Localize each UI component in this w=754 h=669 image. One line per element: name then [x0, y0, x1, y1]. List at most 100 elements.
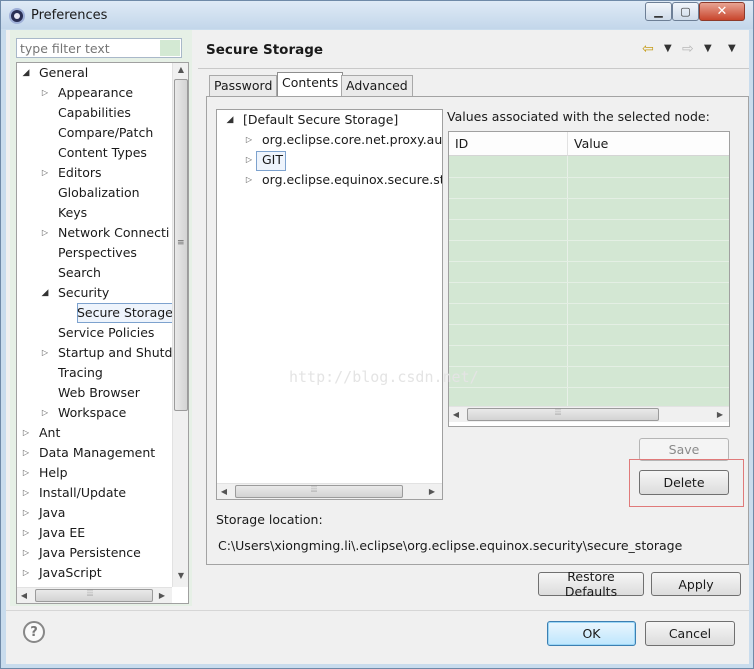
expanded-twisty-icon[interactable]: ◢: [40, 283, 50, 303]
expanded-twisty-icon[interactable]: ◢: [225, 110, 235, 130]
collapsed-twisty-icon[interactable]: ▷: [21, 423, 31, 443]
left-panel: ◢ General ▷ Appearance Capabilities Compare/P…: [10, 30, 192, 606]
save-button[interactable]: Save: [639, 438, 729, 461]
scroll-down-icon[interactable]: ▼: [174, 571, 188, 580]
preferences-window: Preferences ▁ ▢ ✕ ◢ General ▷ Appearance Cap…: [0, 0, 754, 669]
column-header-id[interactable]: ID: [449, 132, 568, 156]
collapsed-twisty-icon[interactable]: ▷: [21, 463, 31, 483]
tree-item-label: Globalization: [58, 185, 140, 200]
scroll-thumb-horizontal[interactable]: [467, 408, 659, 421]
delete-button[interactable]: Delete: [639, 470, 729, 495]
tree-item-label: Secure Storage: [77, 305, 173, 320]
tab-password[interactable]: Password: [209, 75, 278, 97]
window-title: Preferences: [31, 8, 108, 23]
ok-button[interactable]: OK: [547, 621, 636, 646]
column-header-value[interactable]: Value: [568, 132, 729, 156]
table-row: [449, 345, 729, 346]
tree-item-label: Install/Update: [39, 485, 127, 500]
back-menu-icon[interactable]: ▼: [664, 43, 672, 54]
filter-input[interactable]: [16, 38, 182, 58]
watermark: http://blog.csdn.net/: [289, 368, 479, 386]
tree-item-label: Data Management: [39, 445, 156, 460]
tree-item-label: Perspectives: [58, 245, 137, 260]
storage-location-path: C:\Users\xiongming.li\.eclipse\org.eclip…: [218, 538, 683, 553]
collapsed-twisty-icon[interactable]: ▷: [21, 543, 31, 563]
column-divider: [567, 156, 568, 406]
tree-item-label: Content Types: [58, 145, 147, 160]
tree-item-label: Tracing: [58, 365, 103, 380]
node-horizontal-scrollbar[interactable]: ◀ ⦙⦙⦙ ▶: [217, 483, 442, 499]
collapsed-twisty-icon[interactable]: ▷: [244, 170, 254, 190]
tree-item-label: Workspace: [58, 405, 127, 420]
table-row: [449, 282, 729, 283]
collapsed-twisty-icon[interactable]: ▷: [40, 343, 50, 363]
collapsed-twisty-icon[interactable]: ▷: [244, 130, 254, 150]
close-button[interactable]: ✕: [699, 2, 745, 21]
tree-item-label: Keys: [58, 205, 88, 220]
collapsed-twisty-icon[interactable]: ▷: [21, 503, 31, 523]
scroll-left-icon[interactable]: ◀: [17, 591, 31, 600]
apply-button[interactable]: Apply: [651, 572, 741, 596]
scroll-thumb-horizontal[interactable]: [235, 485, 403, 498]
clear-filter-icon[interactable]: [160, 40, 180, 56]
collapsed-twisty-icon[interactable]: ▷: [21, 483, 31, 503]
tree-item-label: Startup and Shutd: [58, 345, 173, 360]
collapsed-twisty-icon[interactable]: ▷: [40, 83, 50, 103]
cancel-button[interactable]: Cancel: [645, 621, 735, 646]
table-row: [449, 366, 729, 367]
tree-item-label: Appearance: [58, 85, 134, 100]
tree-item-label: Ant: [39, 425, 61, 440]
scroll-left-icon[interactable]: ◀: [217, 487, 231, 496]
tree-item-label: General: [39, 65, 89, 80]
storage-location-label: Storage location:: [216, 512, 323, 527]
restore-defaults-button[interactable]: Restore Defaults: [538, 569, 644, 599]
table-row: [449, 240, 729, 241]
tree-item-label: Help: [39, 465, 68, 480]
minimize-button[interactable]: ▁: [645, 2, 672, 21]
table-row: [449, 387, 729, 388]
collapsed-twisty-icon[interactable]: ▷: [21, 563, 31, 583]
scroll-up-icon[interactable]: ▲: [174, 65, 188, 74]
scroll-right-icon[interactable]: ▶: [713, 410, 727, 419]
tree-vertical-scrollbar[interactable]: ▲ ≡ ▼: [172, 63, 188, 587]
collapsed-twisty-icon[interactable]: ▷: [40, 403, 50, 423]
tab-advanced[interactable]: Advanced: [341, 75, 413, 97]
tree-item-label: Search: [58, 265, 101, 280]
scroll-thumb-horizontal[interactable]: [35, 589, 153, 602]
tab-contents[interactable]: Contents: [277, 72, 344, 97]
tree-item-label: Capabilities: [58, 105, 131, 120]
expanded-twisty-icon[interactable]: ◢: [21, 63, 31, 83]
table-row: [449, 324, 729, 325]
scroll-right-icon[interactable]: ▶: [425, 487, 439, 496]
table-horizontal-scrollbar[interactable]: ◀ ⦙⦙⦙ ▶: [449, 406, 729, 422]
tree-item-label: Network Connecti: [58, 225, 170, 240]
collapsed-twisty-icon[interactable]: ▷: [244, 150, 254, 170]
values-table-body: [449, 156, 729, 406]
forward-menu-icon[interactable]: ▼: [704, 43, 712, 54]
storage-node-label: GIT: [262, 152, 284, 167]
back-arrow-icon[interactable]: ⇦: [642, 41, 654, 57]
tree-item-label: Java: [39, 505, 66, 520]
eclipse-icon: [9, 8, 25, 24]
table-row: [449, 303, 729, 304]
view-menu-icon[interactable]: ▼: [728, 43, 736, 54]
forward-arrow-icon[interactable]: ⇨: [682, 41, 694, 57]
preference-tree[interactable]: ◢ General ▷ Appearance Capabilities Compare/P…: [16, 62, 189, 604]
tree-item-label: Java EE: [39, 525, 86, 540]
values-label: Values associated with the selected node…: [447, 109, 710, 124]
collapsed-twisty-icon[interactable]: ▷: [40, 163, 50, 183]
tree-item-label: Editors: [58, 165, 102, 180]
collapsed-twisty-icon[interactable]: ▷: [21, 523, 31, 543]
help-icon[interactable]: ?: [23, 621, 45, 643]
collapsed-twisty-icon[interactable]: ▷: [40, 223, 50, 243]
title-bar: Preferences ▁ ▢ ✕: [1, 1, 753, 29]
tree-horizontal-scrollbar[interactable]: ◀ ⦙⦙⦙ ▶: [17, 587, 172, 603]
scroll-left-icon[interactable]: ◀: [449, 410, 463, 419]
storage-node-label: org.eclipse.equinox.secure.stor: [262, 172, 443, 187]
scroll-right-icon[interactable]: ▶: [155, 591, 169, 600]
collapsed-twisty-icon[interactable]: ▷: [21, 443, 31, 463]
tree-item-label: JavaScript: [39, 565, 102, 580]
values-table[interactable]: ID Value ◀ ⦙⦙⦙ ▶: [448, 131, 730, 427]
storage-node-tree[interactable]: ◢ [Default Secure Storage] ▷ org.eclipse.co…: [216, 109, 443, 500]
maximize-button[interactable]: ▢: [672, 2, 699, 21]
